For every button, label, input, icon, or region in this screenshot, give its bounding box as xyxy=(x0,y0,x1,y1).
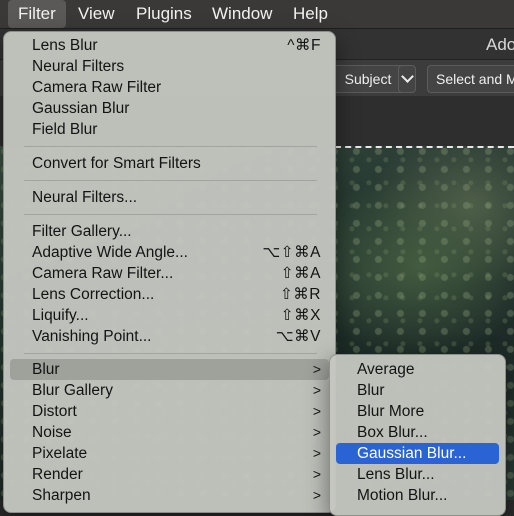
app-title: Ado xyxy=(486,35,514,54)
submenu-item-lens-blur[interactable]: Lens Blur... xyxy=(336,464,499,485)
menu-item-label: Noise xyxy=(32,424,72,441)
menu-item-label: Pixelate xyxy=(32,445,88,462)
menu-item-filter-gallery[interactable]: Filter Gallery... xyxy=(10,221,329,242)
menu-item-label: Convert for Smart Filters xyxy=(32,155,201,172)
menu-item-label: Lens Correction... xyxy=(32,286,155,303)
menu-item-blur-gallery[interactable]: Blur Gallery > xyxy=(10,380,329,401)
chevron-right-icon: > xyxy=(312,382,321,398)
filter-menu: Lens Blur ^⌘F Neural Filters Camera Raw … xyxy=(3,31,336,513)
menu-item-shortcut: ⌥⇧⌘A xyxy=(262,244,321,261)
menu-item-noise[interactable]: Noise > xyxy=(10,422,329,443)
menu-item-shortcut: ⇧⌘R xyxy=(279,286,321,303)
menu-item-shortcut: ^⌘F xyxy=(287,37,321,54)
menu-item-lens-correction[interactable]: Lens Correction... ⇧⌘R xyxy=(10,284,329,305)
menu-item-label: Blur Gallery xyxy=(32,382,113,399)
menu-item-blur[interactable]: Blur > xyxy=(10,359,329,380)
subject-dropdown-button[interactable] xyxy=(398,65,416,93)
menu-bar: Filter View Plugins Window Help xyxy=(0,0,514,29)
menu-item-label: Neural Filters xyxy=(32,58,125,75)
submenu-item-gaussian-blur[interactable]: Gaussian Blur... xyxy=(336,443,499,464)
menu-item-pixelate[interactable]: Pixelate > xyxy=(10,443,329,464)
chevron-right-icon: > xyxy=(312,361,321,377)
menu-item-adaptive-wide-angle[interactable]: Adaptive Wide Angle... ⌥⇧⌘A xyxy=(10,242,329,263)
submenu-item-blur[interactable]: Blur xyxy=(336,380,499,401)
chevron-right-icon: > xyxy=(312,424,321,440)
menu-item-label: Field Blur xyxy=(32,121,98,138)
menu-item-sharpen[interactable]: Sharpen > xyxy=(10,485,329,506)
menu-item-shortcut: ⇧⌘A xyxy=(280,265,321,282)
menu-item-render[interactable]: Render > xyxy=(10,464,329,485)
chevron-right-icon: > xyxy=(312,487,321,503)
menu-item-neural-filters-recent[interactable]: Neural Filters xyxy=(10,56,329,77)
menu-item-label: Vanishing Point... xyxy=(32,328,152,345)
menu-item-label: Gaussian Blur xyxy=(32,100,130,117)
menu-item-lens-blur[interactable]: Lens Blur ^⌘F xyxy=(10,35,329,56)
menu-item-label: Neural Filters... xyxy=(32,189,138,206)
menu-separator xyxy=(24,180,317,181)
menu-item-shortcut: ⇧⌘X xyxy=(280,307,321,324)
menu-item-label: Camera Raw Filter... xyxy=(32,265,174,282)
select-and-mask-button[interactable]: Select and Ma xyxy=(427,65,514,93)
menu-item-label: Blur xyxy=(32,361,60,378)
chevron-right-icon: > xyxy=(312,466,321,482)
menu-item-liquify[interactable]: Liquify... ⇧⌘X xyxy=(10,305,329,326)
chevron-right-icon: > xyxy=(312,403,321,419)
menu-item-label: Render xyxy=(32,466,83,483)
menu-window[interactable]: Window xyxy=(202,0,282,28)
menu-help[interactable]: Help xyxy=(283,0,338,28)
selection-marquee xyxy=(335,146,514,148)
chevron-right-icon: > xyxy=(312,445,321,461)
menu-item-neural-filters[interactable]: Neural Filters... xyxy=(10,187,329,208)
menu-separator xyxy=(24,353,317,354)
submenu-item-average[interactable]: Average xyxy=(336,359,499,380)
menu-item-convert-smart-filters[interactable]: Convert for Smart Filters xyxy=(10,153,329,174)
submenu-item-motion-blur[interactable]: Motion Blur... xyxy=(336,485,499,506)
menu-item-label: Lens Blur xyxy=(32,37,98,54)
select-subject-button[interactable]: Subject xyxy=(330,65,406,93)
menu-item-label: Filter Gallery... xyxy=(32,223,132,240)
menu-item-label: Distort xyxy=(32,403,77,420)
menu-item-gaussian-blur-recent[interactable]: Gaussian Blur xyxy=(10,98,329,119)
menu-separator xyxy=(24,214,317,215)
menu-item-distort[interactable]: Distort > xyxy=(10,401,329,422)
menu-plugins[interactable]: Plugins xyxy=(126,0,202,28)
menu-item-label: Liquify... xyxy=(32,307,89,324)
menu-view[interactable]: View xyxy=(68,0,125,28)
chevron-down-icon xyxy=(401,70,414,83)
submenu-item-box-blur[interactable]: Box Blur... xyxy=(336,422,499,443)
menu-item-vanishing-point[interactable]: Vanishing Point... ⌥⌘V xyxy=(10,326,329,347)
menu-item-shortcut: ⌥⌘V xyxy=(275,328,321,345)
menu-item-label: Sharpen xyxy=(32,487,91,504)
menu-item-label: Adaptive Wide Angle... xyxy=(32,244,188,261)
blur-submenu: Average Blur Blur More Box Blur... Gauss… xyxy=(329,354,506,516)
menu-separator xyxy=(24,146,317,147)
menu-item-label: Camera Raw Filter xyxy=(32,79,162,96)
menu-filter[interactable]: Filter xyxy=(8,0,66,28)
menu-item-field-blur[interactable]: Field Blur xyxy=(10,119,329,140)
submenu-item-blur-more[interactable]: Blur More xyxy=(336,401,499,422)
menu-item-camera-raw-recent[interactable]: Camera Raw Filter xyxy=(10,77,329,98)
menu-item-camera-raw-filter[interactable]: Camera Raw Filter... ⇧⌘A xyxy=(10,263,329,284)
